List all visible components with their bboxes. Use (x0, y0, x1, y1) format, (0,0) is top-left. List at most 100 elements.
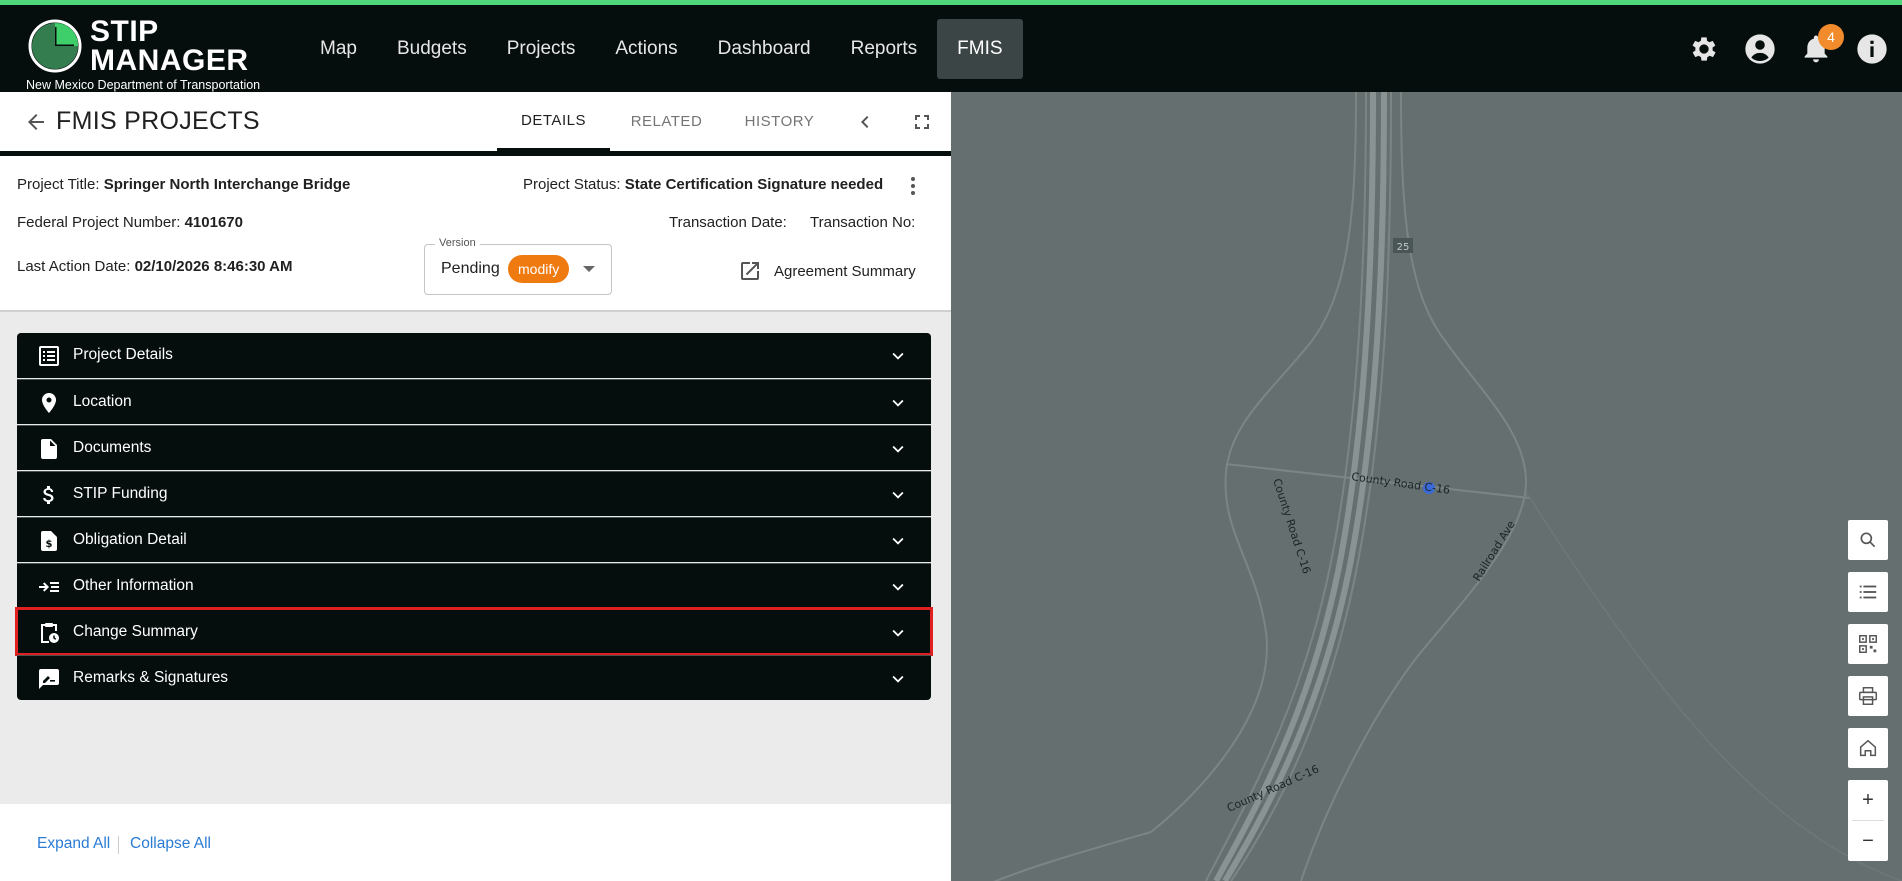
accordion-documents[interactable]: Documents (17, 425, 931, 470)
accordion-project-details[interactable]: Project Details (17, 333, 931, 378)
county-road-left-label: County Road C-16 (1270, 477, 1313, 576)
version-select[interactable]: Version Pending modify (424, 237, 612, 295)
accordion-label: Remarks & Signatures (73, 669, 229, 686)
project-panel: FMIS PROJECTS DETAILS RELATED HISTORY Pr… (0, 92, 951, 881)
map-home-button[interactable] (1848, 728, 1888, 768)
accordion-label: Location (73, 393, 132, 410)
document-icon (41, 439, 57, 459)
last-action-field: Last Action Date: 02/10/2026 8:46:30 AM (17, 258, 292, 275)
search-icon (1860, 532, 1876, 548)
gear-icon (1692, 37, 1716, 61)
accordion-obligation-detail[interactable]: $ Obligation Detail (17, 517, 931, 562)
nav-item-fmis[interactable]: FMIS (937, 19, 1023, 79)
accordion-label: Other Information (73, 577, 194, 594)
railroad-ave-label: Railroad Ave (1471, 518, 1519, 583)
nav-item-projects[interactable]: Projects (487, 19, 596, 79)
federal-number-value: 4101670 (184, 214, 243, 231)
notifications-button[interactable]: 4 (1798, 24, 1844, 67)
list-icon (1859, 585, 1877, 599)
nav-icon-group: 4 (1686, 24, 1890, 67)
nav-item-dashboard[interactable]: Dashboard (698, 19, 831, 79)
agreement-summary-label: Agreement Summary (774, 262, 916, 280)
footer-divider (118, 836, 119, 854)
project-status-label: Project Status: (523, 176, 621, 193)
section-accordion: Project Details Location Documents STIP … (15, 333, 933, 701)
accordion-stip-funding[interactable]: STIP Funding (17, 471, 931, 516)
transaction-no-label: Transaction No: (810, 214, 916, 231)
top-navigation: STIP MANAGER New Mexico Department of Tr… (0, 5, 1902, 92)
modify-chip: modify (508, 255, 570, 283)
info-icon (1857, 34, 1887, 64)
panel-footer: Expand All Collapse All (0, 804, 951, 881)
nav-item-map[interactable]: Map (300, 19, 377, 79)
nav-item-actions[interactable]: Actions (595, 19, 697, 79)
stip-manager-logo[interactable]: STIP MANAGER New Mexico Department of Tr… (24, 13, 274, 93)
agreement-summary-link[interactable]: Agreement Summary (738, 259, 916, 283)
arrow-list-icon (39, 582, 59, 592)
notification-badge: 4 (1818, 24, 1844, 50)
accordion-location[interactable]: Location (17, 379, 931, 424)
zoom-in-button[interactable]: + (1848, 780, 1888, 820)
zoom-controls: + − (1848, 780, 1888, 861)
panel-header: FMIS PROJECTS DETAILS RELATED HISTORY (0, 92, 951, 156)
chevron-down-icon (892, 491, 904, 499)
accordion-label: Project Details (73, 346, 173, 363)
map-basemap-button[interactable] (1848, 624, 1888, 664)
svg-text:$: $ (46, 539, 53, 550)
logo-mark-icon (28, 19, 82, 73)
dropdown-arrow-icon (583, 266, 595, 272)
tab-details[interactable]: DETAILS (497, 92, 610, 151)
county-road-top-label: County Road C-16 (1351, 470, 1451, 497)
chevron-down-icon (892, 537, 904, 545)
more-vertical-icon[interactable] (901, 174, 925, 198)
map-view[interactable]: 25 County Road C-16 County Road C-16 Rai… (951, 92, 1902, 881)
logo-text-stip: STIP (90, 15, 159, 48)
dollar-icon (43, 486, 54, 504)
location-pin-icon (42, 393, 56, 413)
zoom-out-button[interactable]: − (1848, 821, 1888, 861)
signature-icon (39, 669, 59, 689)
chevron-down-icon (892, 583, 904, 591)
account-button[interactable] (1742, 31, 1778, 67)
tab-related[interactable]: RELATED (610, 92, 723, 151)
info-button[interactable] (1854, 31, 1890, 67)
highway-shield-label: 25 (1397, 242, 1410, 253)
open-in-new-icon (741, 262, 759, 280)
map-controls: + − (1848, 520, 1888, 861)
accordion-other-information[interactable]: Other Information (17, 563, 931, 608)
settings-button[interactable] (1686, 31, 1722, 67)
panel-title: FMIS PROJECTS (56, 107, 260, 135)
tab-history[interactable]: HISTORY (723, 92, 836, 151)
chevron-left-icon[interactable] (853, 110, 877, 134)
accordion-change-summary[interactable]: Change Summary (15, 607, 933, 656)
map-search-button[interactable] (1848, 520, 1888, 560)
accordion-remarks-signatures[interactable]: Remarks & Signatures (17, 655, 931, 700)
chevron-down-icon (892, 445, 904, 453)
last-action-value: 02/10/2026 8:46:30 AM (134, 258, 293, 275)
last-action-label: Last Action Date: (17, 258, 131, 275)
project-title-value: Springer North Interchange Bridge (103, 176, 351, 193)
invoice-icon: $ (41, 531, 57, 551)
back-arrow-icon[interactable] (24, 110, 48, 134)
nav-item-reports[interactable]: Reports (831, 19, 938, 79)
project-status-value: State Certification Signature needed (624, 176, 884, 193)
home-icon (1859, 739, 1877, 757)
version-value: Pending (441, 260, 500, 277)
collapse-all-link[interactable]: Collapse All (130, 835, 211, 853)
nav-item-budgets[interactable]: Budgets (377, 19, 487, 79)
version-label: Version (435, 237, 480, 249)
list-icon (39, 346, 59, 366)
map-roads: 25 County Road C-16 County Road C-16 Rai… (993, 92, 1902, 881)
map-legend-button[interactable] (1848, 572, 1888, 612)
chevron-down-icon (892, 399, 904, 407)
project-status-field: Project Status: State Certification Sign… (523, 176, 883, 193)
map-print-button[interactable] (1848, 676, 1888, 716)
logo-text-manager: MANAGER (90, 44, 249, 77)
chevron-down-icon (892, 352, 904, 360)
accordion-label: Documents (73, 439, 152, 456)
qr-icon (1859, 635, 1877, 653)
fullscreen-icon[interactable] (910, 110, 934, 134)
expand-all-link[interactable]: Expand All (37, 835, 110, 853)
project-title-label: Project Title: (17, 176, 100, 193)
chevron-down-icon (892, 675, 904, 683)
